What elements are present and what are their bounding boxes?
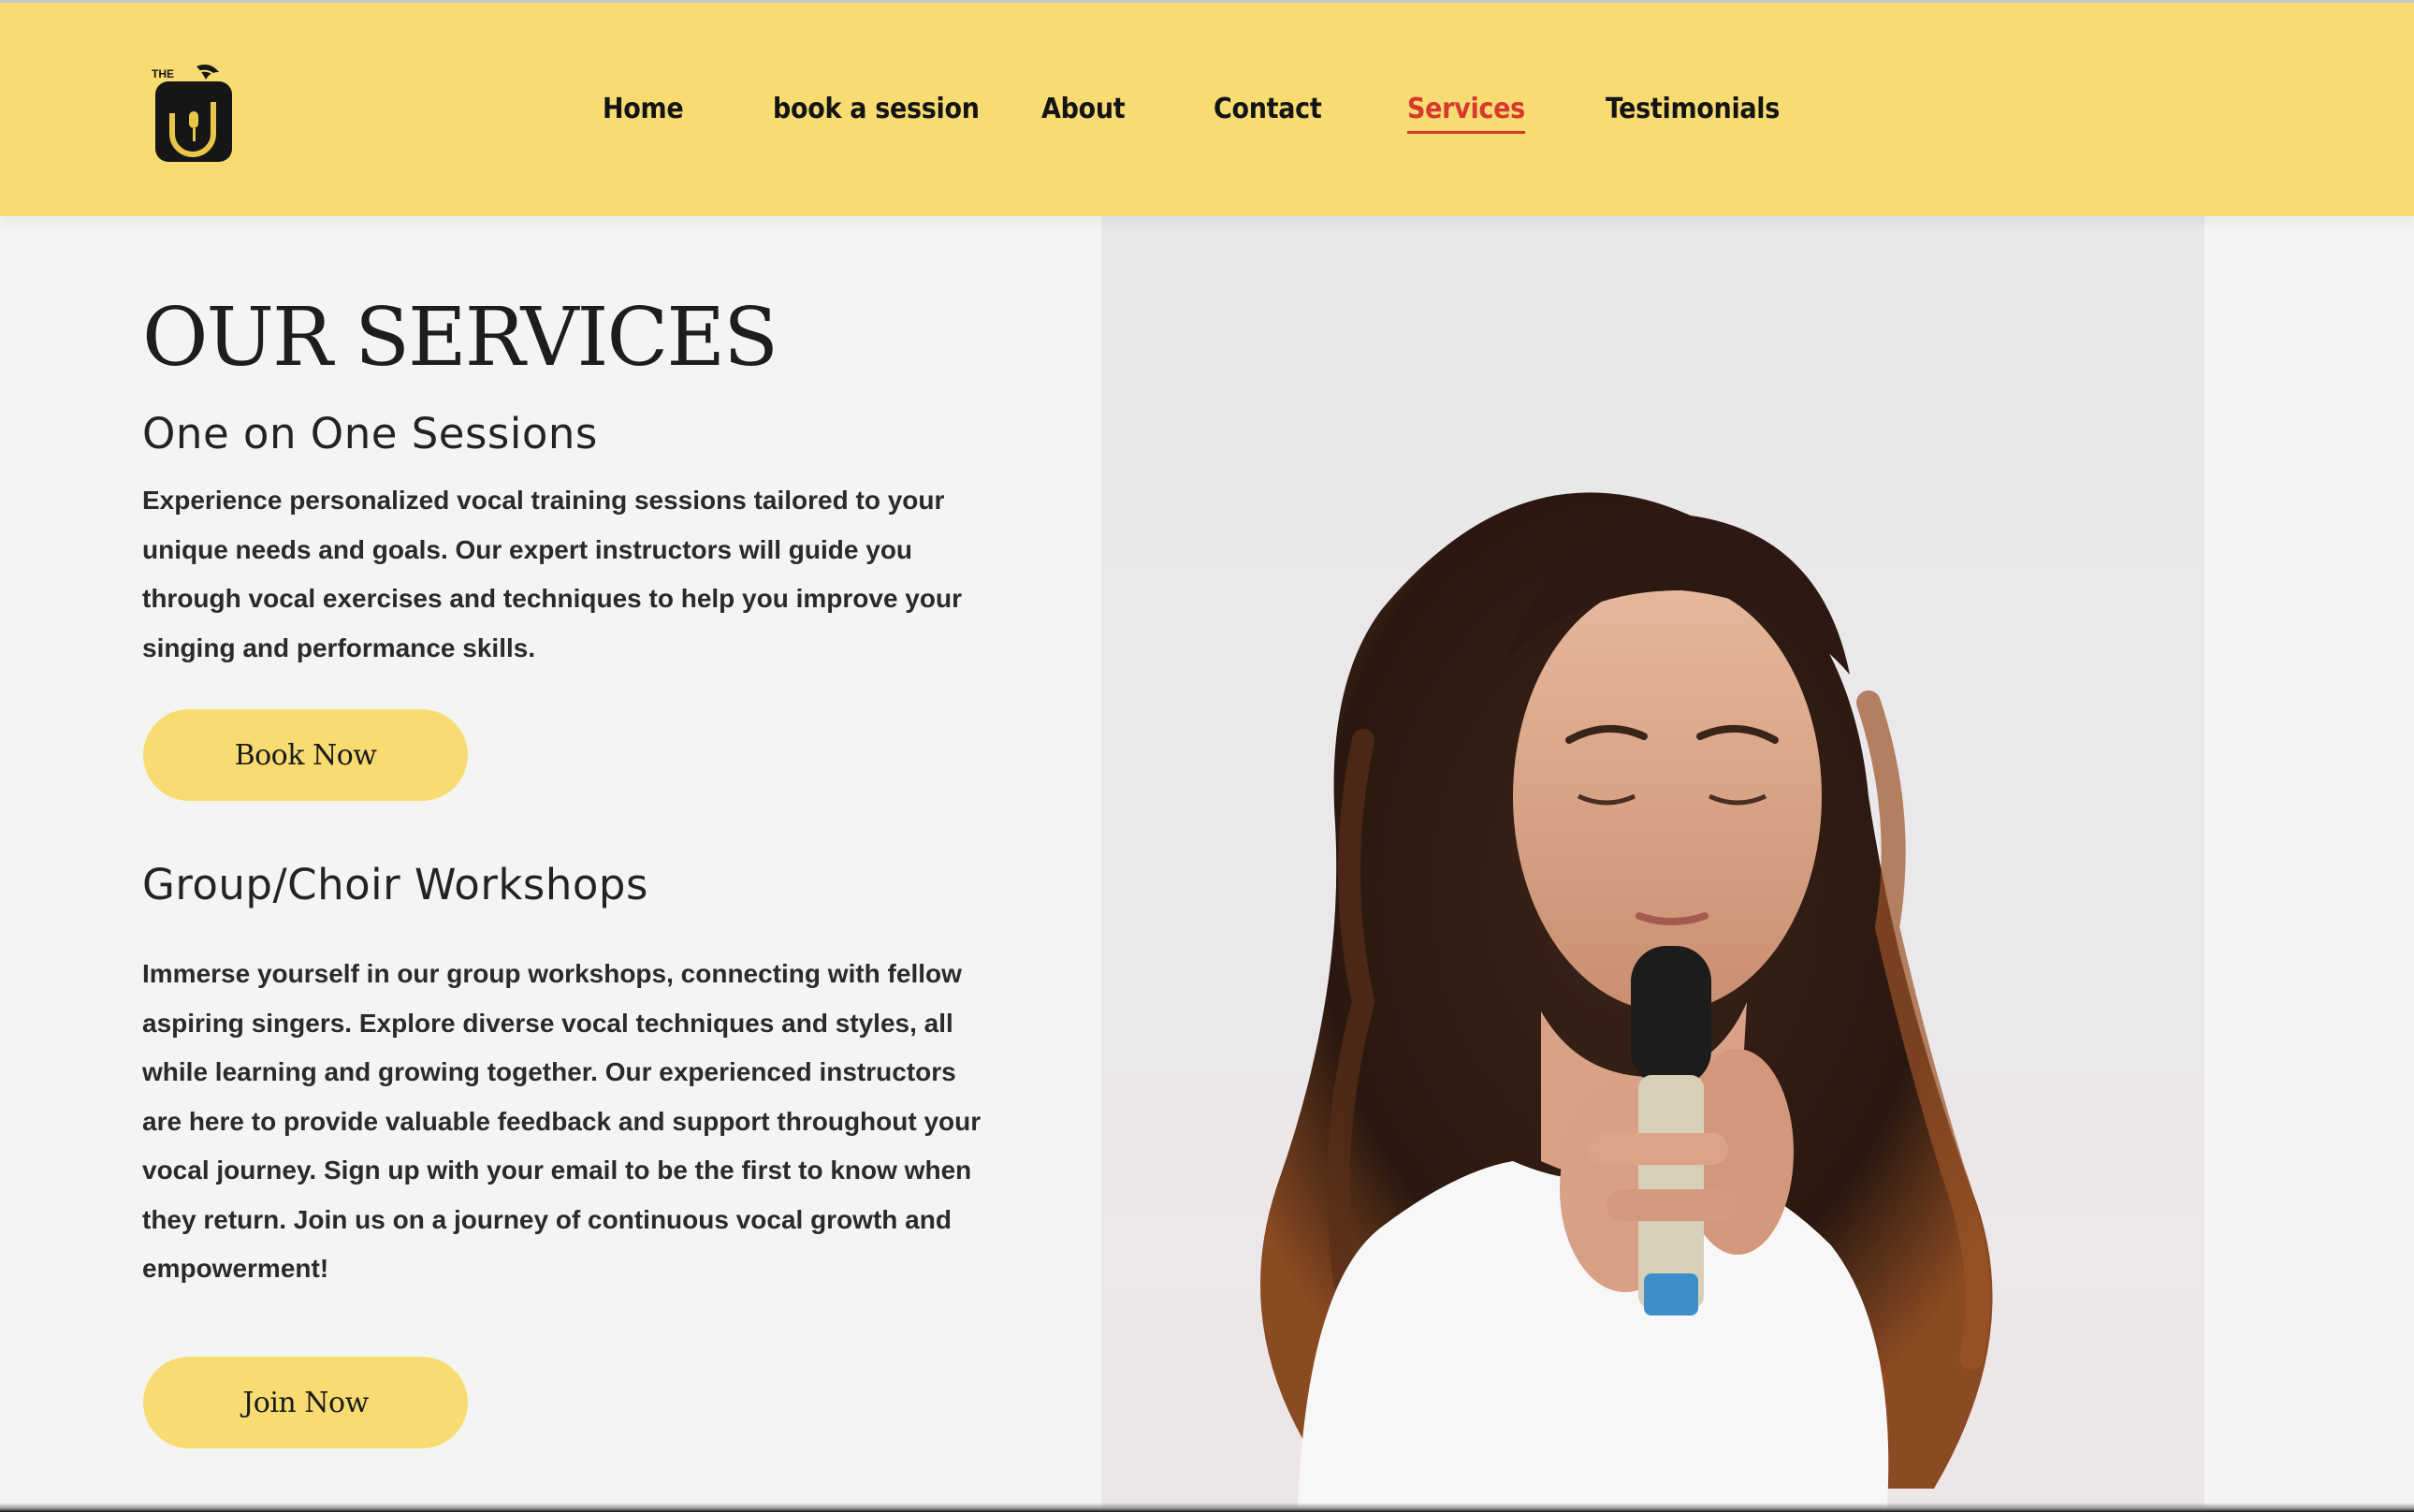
nav-home[interactable]: Home <box>603 93 684 125</box>
section-heading-one-on-one: One on One Sessions <box>142 409 598 458</box>
join-now-button[interactable]: Join Now <box>143 1357 468 1448</box>
page-title: OUR SERVICES <box>142 291 778 385</box>
book-now-button[interactable]: Book Now <box>143 709 468 801</box>
section-body-one-on-one: Experience personalized vocal training s… <box>142 486 962 662</box>
nav-book-a-session[interactable]: book a session <box>773 93 980 125</box>
bottom-edge <box>0 1503 2414 1512</box>
nav-contact[interactable]: Contact <box>1214 93 1322 125</box>
section-heading-group-workshops: Group/Choir Workshops <box>142 860 648 909</box>
section-body-group-workshops: Immerse yourself in our group workshops,… <box>142 959 982 1283</box>
site-header: THE Home book a session About Contact Se… <box>0 3 2414 216</box>
svg-text:THE: THE <box>152 67 174 80</box>
nav-testimonials[interactable]: Testimonials <box>1606 93 1780 125</box>
singer-photo <box>1101 216 2204 1507</box>
nav-about[interactable]: About <box>1041 93 1126 125</box>
nav-services[interactable]: Services <box>1407 93 1525 134</box>
main-nav: Home book a session About Contact Servic… <box>0 93 2414 134</box>
